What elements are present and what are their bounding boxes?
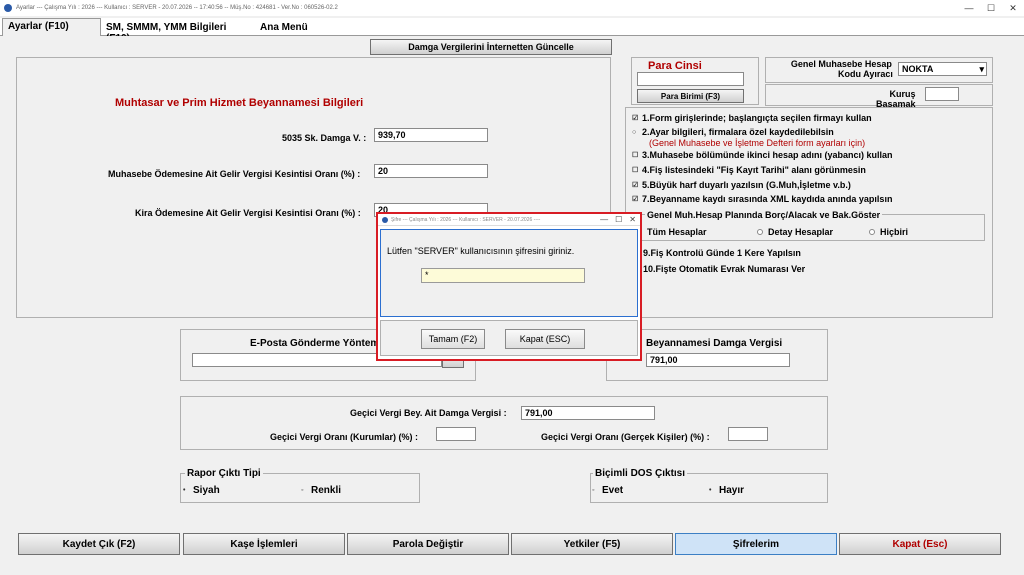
close-window-button[interactable]: ✕ — [1002, 0, 1024, 16]
radio-selected-icon: • — [183, 487, 186, 494]
radio-icon: ○ — [632, 128, 637, 136]
kapat-button[interactable]: Kapat (Esc) — [839, 533, 1001, 555]
gecici-damga-field[interactable]: 791,00 — [521, 406, 655, 420]
rapor-cikti-title: Rapor Çıktı Tipi — [185, 468, 263, 479]
kase-islemleri-button[interactable]: Kaşe İşlemleri — [183, 533, 345, 555]
gecici-gercek-label: Geçici Vergi Oranı (Gerçek Kişiler) (%) … — [541, 432, 710, 442]
password-prompt: Lütfen "SERVER" kullanıcısının şifresini… — [387, 246, 575, 256]
tab-sm-smmm-ymm[interactable]: SM, SMMM, YMM Bilgileri (F10) — [101, 20, 253, 44]
dialog-minimize-button[interactable]: — — [600, 214, 608, 226]
damga-field[interactable]: 939,70 — [374, 128, 488, 142]
sifrelerim-button[interactable]: Şifrelerim — [675, 533, 837, 555]
option-1[interactable]: ☑ 1.Form girişlerinde; başlangıçta seçile… — [632, 113, 872, 123]
radio-evet[interactable]: ◦ Evet — [592, 485, 623, 496]
radio-icon: ◦ — [592, 487, 595, 494]
chevron-down-icon: ▾ — [979, 64, 984, 74]
gecici-kurumlar-label: Geçici Vergi Oranı (Kurumlar) (%) : — [270, 432, 419, 442]
app-icon — [4, 4, 12, 12]
option-4[interactable]: ☐ 4.Fiş listesindeki "Fiş Kayıt Tarihi" a… — [632, 165, 866, 175]
password-dialog: Şifre --- Çalışma Yılı : 2026 --- Kullan… — [376, 212, 642, 361]
radio-siyah[interactable]: • Siyah — [183, 485, 220, 496]
borc-alacak-title: Genel Muh.Hesap Planında Borç/Alacak ve … — [645, 210, 883, 220]
radio-detay-hesaplar[interactable]: Detay Hesaplar — [757, 227, 833, 237]
app-icon — [382, 216, 388, 223]
dialog-maximize-button[interactable]: ☐ — [615, 214, 622, 226]
radio-icon — [869, 229, 875, 235]
hesap-ayirac-select[interactable]: NOKTA ▾ — [898, 62, 987, 76]
radio-icon: ◦ — [301, 487, 304, 494]
tab-ana-menu[interactable]: Ana Menü — [255, 20, 315, 36]
yetkiler-button[interactable]: Yetkiler (F5) — [511, 533, 673, 555]
gecici-gercek-field[interactable] — [728, 427, 768, 441]
gecici-damga-label: Geçici Vergi Bey. Ait Damga Vergisi : — [350, 408, 507, 418]
kira-kesinti-label: Kira Ödemesine Ait Gelir Vergisi Kesinti… — [135, 208, 361, 218]
para-cinsi-title: Para Cinsi — [648, 60, 702, 72]
muhasebe-kesinti-field[interactable]: 20 — [374, 164, 488, 178]
maximize-button[interactable]: ☐ — [980, 0, 1002, 16]
checkbox-icon: ☐ — [632, 167, 639, 174]
hesap-ayirac-label: Genel Muhasebe Hesap Kodu Ayıracı — [790, 59, 893, 79]
radio-icon — [757, 229, 763, 235]
option-5[interactable]: ☑ 5.Büyük harf duyarlı yazılsın (G.Muh,İş… — [632, 180, 851, 190]
parola-degistir-button[interactable]: Parola Değiştir — [347, 533, 509, 555]
minimize-button[interactable]: — — [958, 0, 980, 16]
radio-selected-icon: • — [709, 487, 712, 494]
damga-update-button[interactable]: Damga Vergilerini İnternetten Güncelle — [370, 39, 612, 55]
beyanname-damga-label: Beyannamesi Damga Vergisi — [646, 338, 783, 349]
radio-renkli[interactable]: ◦ Renkli — [301, 485, 341, 496]
window-title: Ayarlar --- Çalışma Yılı : 2026 --- Kull… — [16, 5, 338, 11]
radio-hicbiri[interactable]: Hiçbiri — [869, 227, 908, 237]
password-input[interactable]: * — [421, 268, 585, 283]
dialog-titlebar: Şifre --- Çalışma Yılı : 2026 --- Kullan… — [378, 214, 640, 226]
dialog-body: Lütfen "SERVER" kullanıcısının şifresini… — [380, 229, 638, 317]
radio-hayir[interactable]: • Hayır — [709, 485, 744, 496]
option-2-note: (Genel Muhasebe ve İşletme Defteri form … — [649, 138, 866, 148]
option-2[interactable]: ○ 2.Ayar bilgileri, firmalara özel kayded… — [632, 127, 834, 137]
tamam-button[interactable]: Tamam (F2) — [421, 329, 485, 349]
window-titlebar: Ayarlar --- Çalışma Yılı : 2026 --- Kull… — [0, 0, 1024, 16]
checkbox-icon: ☑ — [632, 196, 639, 203]
eposta-label: E-Posta Gönderme Yöntemi — [250, 338, 383, 349]
kaydet-cik-button[interactable]: Kaydet Çık (F2) — [18, 533, 180, 555]
option-9[interactable]: 9.Fiş Kontrolü Günde 1 Kere Yapılsın — [643, 248, 801, 258]
option-10[interactable]: 10.Fişte Otomatik Evrak Numarası Ver — [643, 264, 805, 274]
checkbox-icon: ☐ — [632, 152, 639, 159]
option-3[interactable]: ☐ 3.Muhasebe bölümünde ikinci hesap adını… — [632, 150, 893, 160]
checkbox-icon: ☑ — [632, 115, 639, 122]
dialog-footer: Tamam (F2) Kapat (ESC) — [380, 320, 638, 356]
damga-label: 5035 Sk. Damga V. : — [282, 133, 367, 143]
kurus-field[interactable] — [925, 87, 959, 101]
beyanname-damga-field[interactable]: 791,00 — [646, 353, 790, 367]
muhasebe-kesinti-label: Muhasebe Ödemesine Ait Gelir Vergisi Kes… — [108, 169, 361, 179]
tab-bar: Ayarlar (F10) SM, SMMM, YMM Bilgileri (F… — [0, 18, 1024, 44]
para-cinsi-field[interactable] — [637, 72, 744, 86]
kurus-label: Kuruş Basamak — [876, 89, 916, 109]
dos-cikti-title: Biçimli DOS Çıktısı — [593, 468, 688, 479]
dialog-close-button[interactable]: ✕ — [629, 214, 636, 226]
dialog-kapat-button[interactable]: Kapat (ESC) — [505, 329, 585, 349]
radio-tum-hesaplar[interactable]: Tüm Hesaplar — [647, 227, 707, 237]
muhtasar-title: Muhtasar ve Prim Hizmet Beyannamesi Bilg… — [115, 97, 364, 109]
checkbox-icon: ☑ — [632, 182, 639, 189]
gecici-kurumlar-field[interactable] — [436, 427, 476, 441]
para-birimi-button[interactable]: Para Birimi (F3) — [637, 89, 744, 103]
option-7[interactable]: ☑ 7.Beyanname kaydı sırasında XML kaydıda… — [632, 194, 892, 204]
tab-ayarlar[interactable]: Ayarlar (F10) — [2, 18, 101, 37]
dialog-title: Şifre --- Çalışma Yılı : 2026 --- Kullan… — [391, 216, 541, 223]
